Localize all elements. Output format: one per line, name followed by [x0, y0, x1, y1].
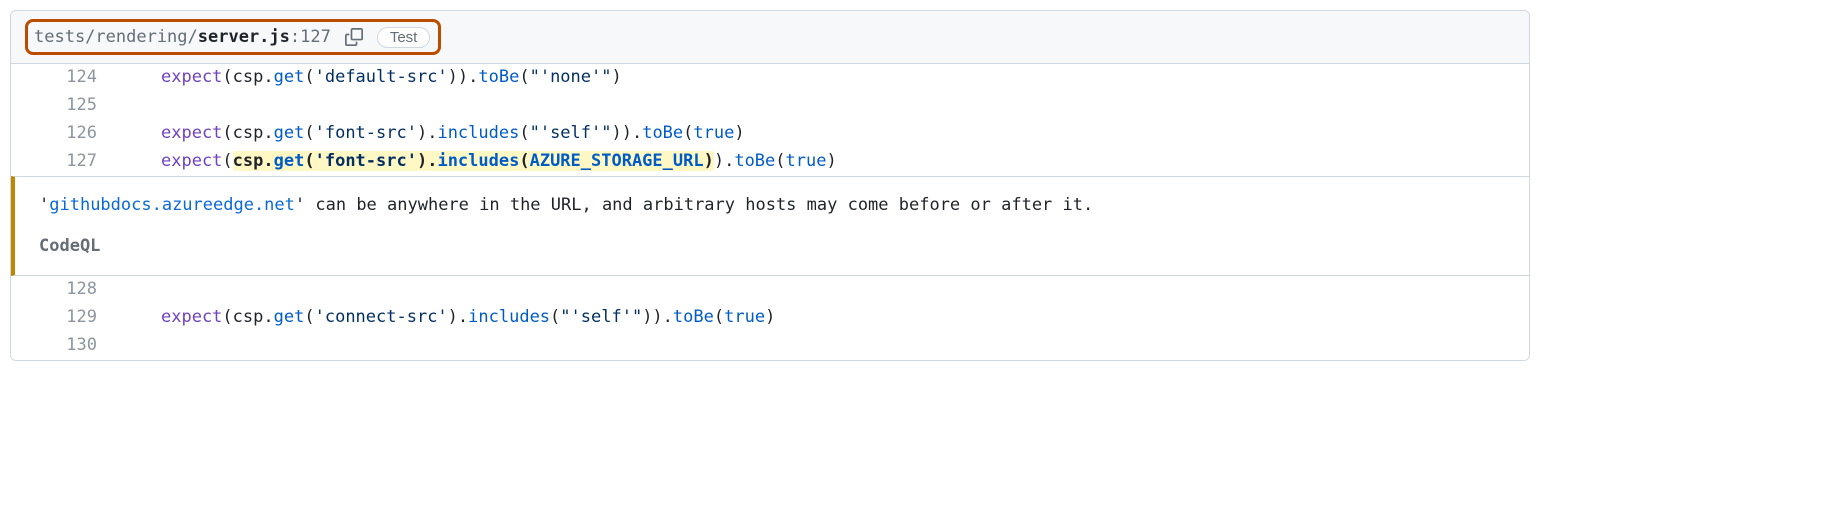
line-ref: :127 [290, 27, 331, 47]
line-number[interactable]: 129 [11, 304, 121, 330]
code-line: 130 [11, 332, 1529, 360]
copy-button[interactable] [341, 24, 367, 50]
code-content: expect(csp.get('default-src')).toBe("'no… [121, 64, 622, 90]
panel-header: tests/rendering/server.js:127 Test [11, 11, 1529, 64]
file-location[interactable]: tests/rendering/server.js:127 [34, 27, 331, 47]
line-number[interactable]: 128 [11, 276, 121, 302]
header-highlight-box: tests/rendering/server.js:127 Test [25, 19, 441, 55]
test-badge[interactable]: Test [377, 27, 431, 48]
line-number[interactable]: 124 [11, 64, 121, 90]
code-line: 125 [11, 92, 1529, 120]
code-line: 124 expect(csp.get('default-src')).toBe(… [11, 64, 1529, 92]
code-content: expect(csp.get('connect-src').includes("… [121, 304, 775, 330]
file-path: tests/rendering/ [34, 27, 198, 47]
code-body: 124 expect(csp.get('default-src')).toBe(… [11, 64, 1529, 360]
copy-icon [345, 28, 363, 46]
line-number[interactable]: 125 [11, 92, 121, 118]
code-line: 127 expect(csp.get('font-src').includes(… [11, 148, 1529, 176]
alert-message: 'githubdocs.azureedge.net' can be anywhe… [39, 191, 1511, 220]
code-line: 129 expect(csp.get('connect-src').includ… [11, 304, 1529, 332]
line-number[interactable]: 126 [11, 120, 121, 146]
code-panel: tests/rendering/server.js:127 Test 124 e… [10, 10, 1530, 361]
alert-source: CodeQL [39, 232, 1511, 261]
line-number[interactable]: 130 [11, 332, 121, 358]
codeql-alert: 'githubdocs.azureedge.net' can be anywhe… [11, 176, 1529, 276]
code-content: expect(csp.get('font-src').includes(AZUR… [121, 148, 837, 174]
code-content: expect(csp.get('font-src').includes("'se… [121, 120, 745, 146]
file-name: server.js [198, 27, 290, 47]
line-number[interactable]: 127 [11, 148, 121, 174]
alert-host-link[interactable]: githubdocs.azureedge.net [49, 195, 295, 215]
code-line: 126 expect(csp.get('font-src').includes(… [11, 120, 1529, 148]
code-line: 128 [11, 276, 1529, 304]
